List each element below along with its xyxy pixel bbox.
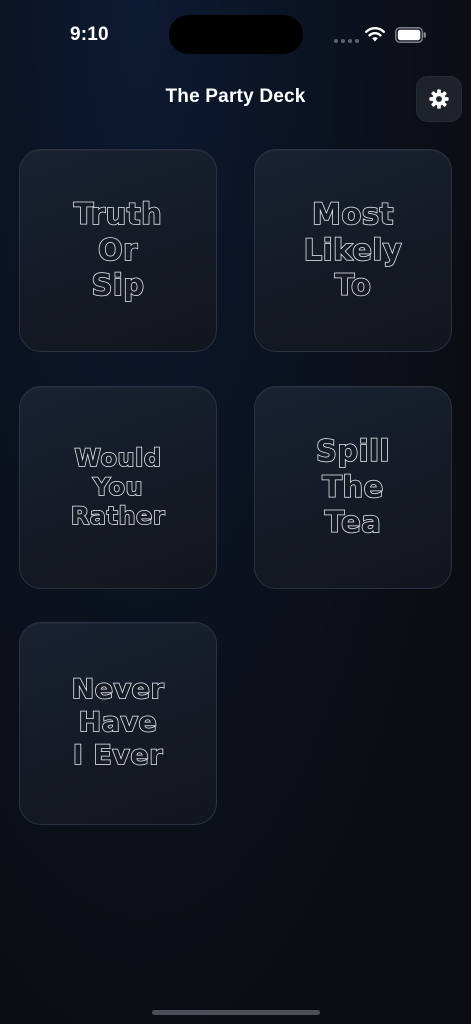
status-bar: 9:10	[0, 0, 471, 70]
game-card-truth-or-sip[interactable]: Truth Or Sip	[19, 149, 217, 352]
home-indicator[interactable]	[152, 1010, 320, 1015]
wifi-icon	[365, 27, 385, 42]
game-card-most-likely-to[interactable]: Most Likely To	[254, 149, 452, 352]
game-card-would-you-rather[interactable]: Would You Rather	[19, 386, 217, 589]
game-card-label: Truth Or Sip	[73, 197, 163, 303]
game-card-label: Spill The Tea	[315, 434, 390, 540]
game-card-spill-the-tea[interactable]: Spill The Tea	[254, 386, 452, 589]
game-card-label: Most Likely To	[303, 197, 403, 303]
game-card-label: Never Have I Ever	[71, 673, 165, 771]
game-card-never-have-i-ever[interactable]: Never Have I Ever	[19, 622, 217, 825]
settings-button[interactable]	[416, 76, 462, 122]
page-title: The Party Deck	[165, 86, 306, 107]
dynamic-island	[169, 15, 303, 54]
gear-icon	[429, 89, 449, 109]
battery-icon	[395, 27, 426, 43]
game-card-label: Would You Rather	[70, 443, 166, 531]
status-time: 9:10	[70, 24, 109, 45]
signal-dots-icon	[334, 39, 359, 43]
